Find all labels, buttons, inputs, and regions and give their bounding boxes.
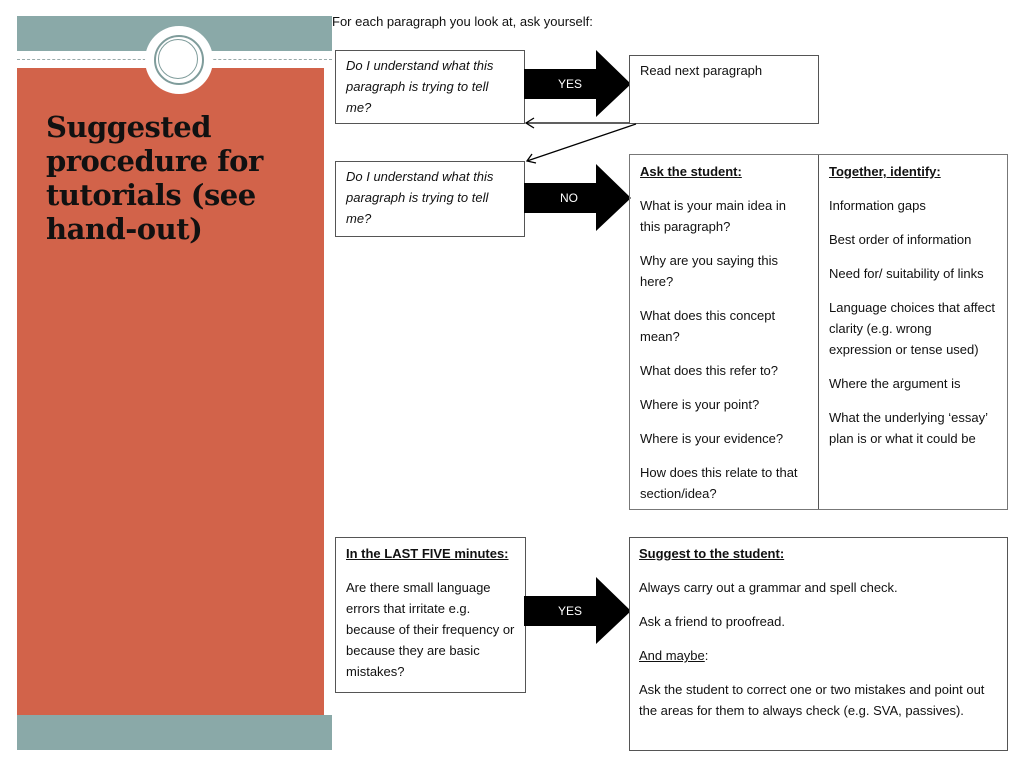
intro-text: For each paragraph you look at, ask your…	[332, 14, 593, 29]
read-next-box: Read next paragraph	[629, 55, 819, 124]
arrow-no-icon	[524, 164, 631, 231]
circle-ring-inner	[158, 39, 198, 79]
last-five-body: Are there small language errors that irr…	[346, 580, 515, 679]
question-text: Do I understand what this paragraph is t…	[346, 58, 494, 115]
read-next-text: Read next paragraph	[640, 63, 763, 78]
ask-item: Where is your evidence?	[640, 431, 784, 446]
ask-item: Why are you saying this here?	[640, 253, 779, 289]
ask-item: What does this refer to?	[640, 363, 779, 378]
ask-item: What is your main idea in this paragraph…	[640, 198, 786, 234]
together-item: Language choices that affect clarity (e.…	[829, 300, 995, 357]
suggest-heading: Suggest to the student:	[639, 546, 785, 561]
question-box-bottom: Do I understand what this paragraph is t…	[335, 161, 525, 237]
arrow-yes-label: YES	[558, 604, 583, 618]
arrow-yes-label: YES	[558, 77, 583, 91]
ask-item: Where is your point?	[640, 397, 760, 412]
ask-student-column: Ask the student: What is your main idea …	[630, 155, 819, 509]
suggest-box: Suggest to the student: Always carry out…	[629, 537, 1008, 751]
suggest-item: Always carry out a grammar and spell che…	[639, 580, 898, 595]
ask-item: What does this concept mean?	[640, 308, 776, 344]
arrow-no-label: NO	[560, 191, 578, 205]
ask-student-heading: Ask the student:	[640, 164, 742, 179]
question-box-top: Do I understand what this paragraph is t…	[335, 50, 525, 124]
together-item: Need for/ suitability of links	[829, 266, 984, 281]
suggest-final: Ask the student to correct one or two mi…	[639, 682, 985, 718]
and-maybe-line: And maybe:	[639, 645, 998, 666]
together-item: Best order of information	[829, 232, 972, 247]
connector-arrows-icon	[524, 117, 637, 164]
suggest-item: Ask a friend to proofread.	[639, 614, 785, 629]
bottom-teal-band	[17, 715, 332, 750]
together-column: Together, identify: Information gaps Bes…	[819, 155, 1007, 509]
and-maybe-label: And maybe	[639, 648, 705, 663]
together-heading: Together, identify:	[829, 164, 941, 179]
ask-item: How does this relate to that section/ide…	[640, 465, 798, 501]
together-item: Where the argument is	[829, 376, 961, 391]
last-five-box: In the LAST FIVE minutes: Are there smal…	[335, 537, 526, 693]
together-item: What the underlying ‘essay’ plan is or w…	[829, 410, 988, 446]
guidance-table: Ask the student: What is your main idea …	[629, 154, 1008, 510]
slide-title: Suggested procedure for tutorials (see h…	[46, 110, 263, 246]
last-five-heading: In the LAST FIVE minutes:	[346, 546, 509, 561]
together-item: Information gaps	[829, 198, 926, 213]
question-text: Do I understand what this paragraph is t…	[346, 169, 494, 226]
and-maybe-colon: :	[704, 648, 709, 663]
